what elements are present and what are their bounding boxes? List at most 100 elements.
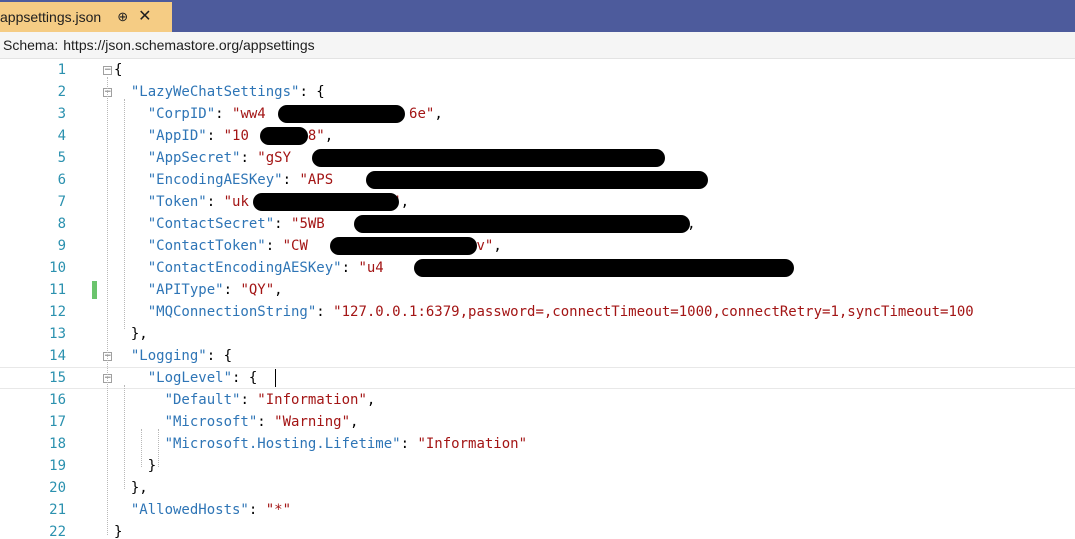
line-number: 22 [49,524,66,539]
code-text: { [114,59,122,81]
text-caret [275,369,276,387]
json-punctuation: , [434,106,443,122]
code-text: "Microsoft": "Warning", [114,411,359,433]
redaction-mark [414,259,794,277]
json-punctuation: }, [114,326,148,342]
json-punctuation: , [366,392,376,408]
code-line[interactable]: 13 }, [0,323,1075,345]
json-key: "Default" [164,392,241,408]
json-key: "ContactToken" [147,238,266,254]
code-text: "APIType": "QY", [114,279,283,301]
line-number: 17 [49,414,66,430]
code-line[interactable]: 12 "MQConnectionString": "127.0.0.1:6379… [0,301,1075,323]
code-line[interactable]: 2 "LazyWeChatSettings": { [0,81,1075,103]
json-string: "Warning" [274,414,351,430]
schema-url-field[interactable]: https://json.schemastore.org/appsettings [63,37,314,53]
json-punctuation: : [274,216,292,232]
json-punctuation: , [350,414,359,430]
line-number: 15 [49,370,66,386]
code-text: "Default": "Information", [114,389,376,411]
code-line[interactable]: 7 "Token": "uk e6v", [0,191,1075,213]
json-punctuation [114,172,148,188]
json-key: "CorpID" [147,106,216,122]
code-line[interactable]: 4 "AppID": "10 8", [0,125,1075,147]
json-punctuation [114,304,148,320]
code-line[interactable]: 19 } [0,455,1075,477]
json-punctuation: : [206,194,224,210]
schema-label: Schema: [3,37,59,53]
code-line[interactable]: 3 "CorpID": "ww4 6e", [0,103,1075,125]
json-punctuation [114,260,148,276]
schema-bar: Schema: https://json.schemastore.org/app… [0,32,1075,59]
line-number: 16 [49,392,66,408]
json-key: "EncodingAESKey" [147,172,283,188]
code-text: "Logging": { [114,345,232,367]
tab-appsettings-json[interactable]: appsettings.json ⊕ ✕ [0,2,172,32]
code-line[interactable]: 17 "Microsoft": "Warning", [0,411,1075,433]
code-text: } [114,521,122,539]
line-number: 10 [49,260,66,276]
json-punctuation [114,150,148,166]
code-line[interactable]: 11 "APIType": "QY", [0,279,1075,301]
json-key: "AllowedHosts" [130,502,249,518]
json-key: "MQConnectionString" [147,304,317,320]
fold-toggle-icon[interactable]: − [103,66,112,75]
json-punctuation: { [114,62,123,78]
code-line[interactable]: 16 "Default": "Information", [0,389,1075,411]
redaction-mark [354,215,690,233]
json-punctuation [114,414,165,430]
indent-guide [141,429,142,467]
json-key: "Microsoft" [164,414,258,430]
code-line[interactable]: 22} [0,521,1075,539]
json-punctuation: : [206,128,224,144]
line-number: 7 [57,194,66,210]
json-key: "APIType" [147,282,224,298]
redaction-mark [366,171,708,189]
json-punctuation [114,106,148,122]
indent-guide [124,99,125,329]
line-number: 9 [57,238,66,254]
json-punctuation: : [257,414,275,430]
json-punctuation [114,194,148,210]
document-tab-bar: appsettings.json ⊕ ✕ [0,0,1075,32]
json-punctuation: : [240,392,258,408]
code-text: "MQConnectionString": "127.0.0.1:6379,pa… [114,301,974,323]
code-text: }, [114,477,148,499]
code-line[interactable]: 20 }, [0,477,1075,499]
code-line[interactable]: 18 "Microsoft.Hosting.Lifetime": "Inform… [0,433,1075,455]
json-punctuation: : [265,238,283,254]
json-punctuation: }, [114,480,148,496]
tab-title: appsettings.json [0,9,102,25]
indent-guide [107,77,108,535]
pin-icon[interactable]: ⊕ [117,9,128,25]
json-punctuation: : [215,106,233,122]
code-editor[interactable]: 1{2 "LazyWeChatSettings": {3 "CorpID": "… [0,59,1075,539]
code-line[interactable]: 21 "AllowedHosts": "*" [0,499,1075,521]
json-key: "Token" [147,194,207,210]
json-punctuation: , [493,238,502,254]
json-punctuation [114,502,131,518]
code-text: "AllowedHosts": "*" [114,499,291,521]
json-punctuation [114,216,148,232]
line-number: 13 [49,326,66,342]
indent-guide [124,385,125,489]
code-line[interactable]: 1{ [0,59,1075,81]
json-punctuation: : [240,150,258,166]
json-punctuation: } [114,458,157,474]
json-key: "LazyWeChatSettings" [130,84,300,100]
code-text: "LogLevel": { [114,368,258,388]
close-icon[interactable]: ✕ [138,9,151,25]
json-string: "127.0.0.1:6379,password=,connectTimeout… [333,304,974,320]
json-punctuation [114,282,148,298]
redaction-mark [330,237,477,255]
code-line[interactable]: 15 "LogLevel": { [0,367,1075,389]
line-number: 12 [49,304,66,320]
code-line[interactable]: 9 "ContactToken": "CW eLv", [0,235,1075,257]
json-punctuation: : { [232,370,258,386]
line-number: 3 [57,106,66,122]
code-line[interactable]: 14 "Logging": { [0,345,1075,367]
line-number: 4 [57,128,66,144]
line-number: 5 [57,150,66,166]
line-number: 6 [57,172,66,188]
json-string: "Information" [257,392,367,408]
